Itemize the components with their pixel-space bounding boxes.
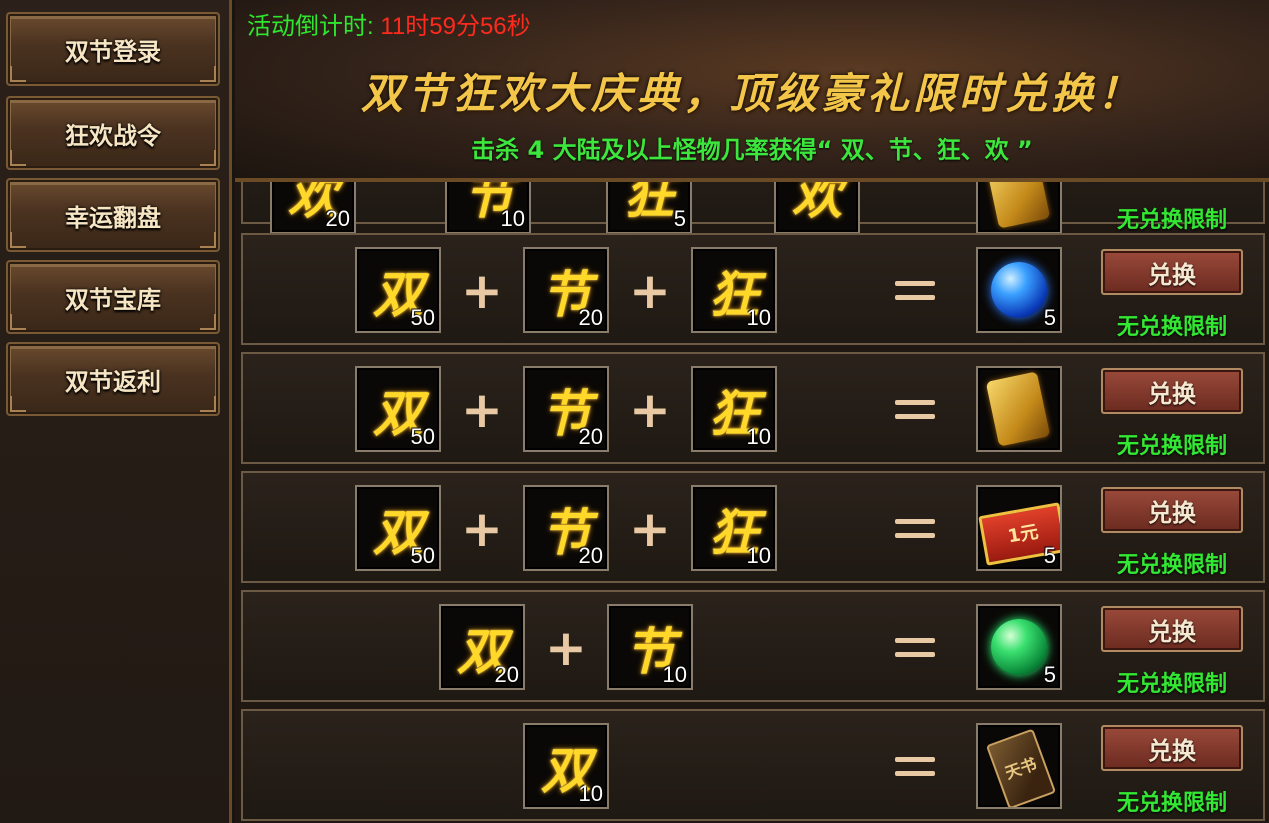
tab-label: 狂欢战令 (65, 121, 161, 150)
item-count: 50 (410, 543, 435, 568)
reward-count: 5 (1043, 662, 1056, 687)
item-count: 20 (494, 662, 519, 687)
limit-text: 无兑换限制 (1116, 553, 1227, 578)
exchange-row: 欢 20 节 10 狂5 欢 无兑换限制 (241, 182, 1265, 234)
item-slot[interactable]: 双 50 (355, 247, 441, 333)
exchange-button[interactable]: 兑换 (1101, 487, 1243, 533)
item-count: 10 (662, 662, 687, 687)
exchange-button-label: 兑换 (1148, 379, 1196, 408)
plus-sign: + (629, 381, 671, 439)
equals-sign (895, 509, 939, 549)
scroll-icon (985, 182, 1051, 229)
item-slot[interactable]: 狂 10 (691, 247, 777, 333)
blue-orb-icon (991, 262, 1047, 318)
tab-label: 双节登录 (65, 37, 161, 66)
item-glyph: 欢 (792, 182, 842, 225)
exchange-button-label: 兑换 (1148, 498, 1196, 527)
plus-sign: + (629, 500, 671, 558)
plus-sign: + (629, 262, 671, 320)
item-count: 5 (673, 206, 686, 231)
item-count: 10 (500, 206, 525, 231)
plus-sign: + (545, 619, 587, 677)
countdown-timer: 11时59分56秒 (380, 13, 531, 40)
exchange-button-label: 兑换 (1148, 260, 1196, 289)
plus-sign: + (461, 500, 503, 558)
tab-label: 双节宝库 (65, 285, 161, 314)
reward-slot[interactable] (976, 182, 1062, 234)
tab-carnival-battle-pass[interactable]: 狂欢战令 (6, 96, 220, 170)
item-count: 10 (746, 305, 771, 330)
exchange-list[interactable]: 欢 20 节 10 狂5 欢 无兑换限制 双 50 + 节 20 + 狂 10 5 兑换 … (235, 182, 1269, 823)
reward-slot[interactable]: 5 (976, 247, 1062, 333)
limit-text: 无兑换限制 (1116, 434, 1227, 459)
item-slot[interactable]: 节 10 (445, 182, 531, 234)
item-slot[interactable]: 欢 20 (270, 182, 356, 234)
event-banner: 活动倒计时: 11时59分56秒 双节狂欢大庆典，顶级豪礼限时兑换！ 击杀 4 … (235, 0, 1269, 182)
item-count: 10 (746, 543, 771, 568)
item-slot[interactable]: 节 10 (607, 604, 693, 690)
reward-count: 5 (1043, 305, 1056, 330)
item-count: 20 (325, 206, 350, 231)
item-count: 20 (578, 305, 603, 330)
reward-slot[interactable]: 5 (976, 604, 1062, 690)
plus-sign: + (461, 262, 503, 320)
item-slot[interactable]: 双 10 (523, 723, 609, 809)
countdown-label: 活动倒计时: (247, 13, 381, 40)
golden-scroll-icon (985, 371, 1051, 447)
token-icon: 天书 (985, 728, 1057, 807)
tab-label: 幸运翻盘 (65, 203, 161, 232)
exchange-button[interactable]: 兑换 (1101, 249, 1243, 295)
green-orb-icon (991, 619, 1047, 675)
limit-text: 无兑换限制 (1116, 208, 1227, 233)
item-slot[interactable]: 狂 10 (691, 366, 777, 452)
item-slot[interactable]: 狂 10 (691, 485, 777, 571)
item-slot[interactable]: 节 20 (523, 485, 609, 571)
item-count: 20 (578, 543, 603, 568)
reward-count: 5 (1043, 543, 1056, 568)
tab-treasury[interactable]: 双节宝库 (6, 260, 220, 334)
reward-slot[interactable]: 天书 (976, 723, 1062, 809)
item-count: 10 (746, 424, 771, 449)
limit-text: 无兑换限制 (1116, 672, 1227, 697)
equals-sign (895, 390, 939, 430)
item-slot[interactable]: 节 20 (523, 247, 609, 333)
exchange-button[interactable]: 兑换 (1101, 725, 1243, 771)
exchange-button[interactable]: 兑换 (1101, 368, 1243, 414)
item-count: 50 (410, 305, 435, 330)
item-slot[interactable]: 双 50 (355, 485, 441, 571)
item-count: 50 (410, 424, 435, 449)
token-label: 天书 (1002, 754, 1040, 783)
item-slot[interactable]: 节 20 (523, 366, 609, 452)
banner-headline: 双节狂欢大庆典，顶级豪礼限时兑换！ (360, 69, 1143, 118)
exchange-button[interactable]: 兑换 (1101, 606, 1243, 652)
item-slot[interactable]: 双 20 (439, 604, 525, 690)
item-slot[interactable]: 狂5 (606, 182, 692, 234)
equals-sign (895, 271, 939, 311)
plus-sign: + (461, 381, 503, 439)
exchange-row: 双 50 + 节 20 + 狂 10 兑换 无兑换限制 (241, 352, 1265, 464)
equals-sign (895, 628, 939, 668)
exchange-button-label: 兑换 (1148, 617, 1196, 646)
reward-slot[interactable]: 1元 5 (976, 485, 1062, 571)
exchange-row: 双 10 天书 兑换 无兑换限制 (241, 709, 1265, 821)
exchange-button-label: 兑换 (1148, 736, 1196, 765)
exchange-row: 双 20 + 节 10 5 兑换 无兑换限制 (241, 590, 1265, 702)
limit-text: 无兑换限制 (1116, 791, 1227, 816)
item-count: 20 (578, 424, 603, 449)
countdown: 活动倒计时: 11时59分56秒 (247, 6, 531, 41)
sidebar: 双节登录 狂欢战令 幸运翻盘 双节宝库 双节返利 (0, 0, 232, 823)
exchange-row: 双 50 + 节 20 + 狂 10 1元 5 兑换 无兑换限制 (241, 471, 1265, 583)
item-slot[interactable]: 欢 (774, 182, 860, 234)
tab-lucky-flip[interactable]: 幸运翻盘 (6, 178, 220, 252)
equals-sign (895, 747, 939, 787)
banner-subline: 击杀 4 大陆及以上怪物几率获得“ 双、节、狂、欢 ” (471, 136, 1033, 164)
item-slot[interactable]: 双 50 (355, 366, 441, 452)
tab-double-festival-login[interactable]: 双节登录 (6, 12, 220, 86)
limit-text: 无兑换限制 (1116, 315, 1227, 340)
exchange-row: 双 50 + 节 20 + 狂 10 5 兑换 无兑换限制 (241, 233, 1265, 345)
reward-slot[interactable] (976, 366, 1062, 452)
tab-rebate[interactable]: 双节返利 (6, 342, 220, 416)
item-count: 10 (578, 781, 603, 806)
tab-label: 双节返利 (65, 367, 161, 396)
